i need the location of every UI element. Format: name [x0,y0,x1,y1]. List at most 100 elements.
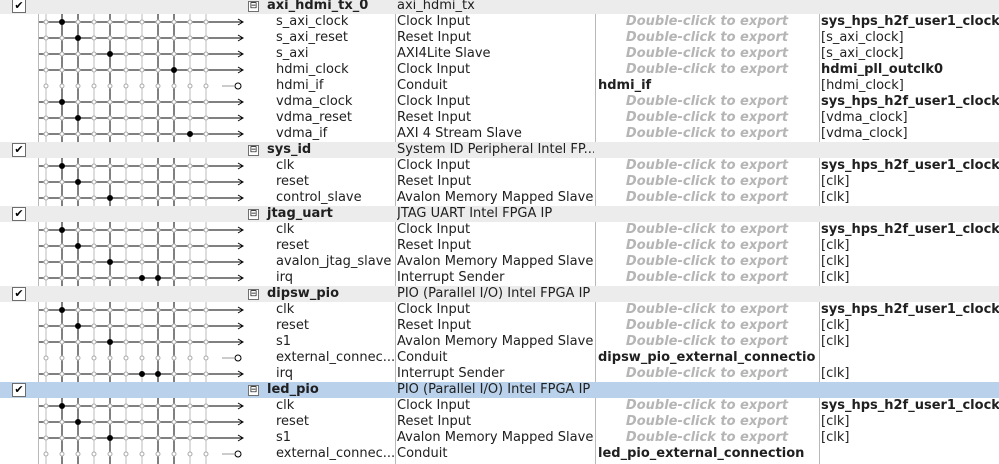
interface-row[interactable]: reset Reset Input Double-click to export [c… [0,414,999,430]
clock-cell[interactable]: [clk] [821,238,999,254]
clock-cell[interactable] [821,0,999,14]
export-placeholder[interactable]: Double-click to export [598,158,816,174]
interface-row[interactable]: avalon_jtag_slave Avalon Memory Mapped Sl… [0,254,999,270]
clock-cell[interactable]: sys_hps_h2f_user1_clock [821,222,999,238]
export-placeholder[interactable]: Double-click to export [598,430,816,446]
export-placeholder[interactable]: Double-click to export [598,190,816,206]
export-placeholder[interactable]: Double-click to export [598,254,816,270]
export-cell[interactable]: hdmi_if [598,78,816,94]
clock-cell[interactable] [821,350,999,366]
export-placeholder[interactable]: Double-click to export [598,270,816,286]
interface-row[interactable]: s_axi_clock Clock Input Double-click to ex… [0,14,999,30]
export-placeholder[interactable]: Double-click to export [598,46,816,62]
interface-row[interactable]: clk Clock Input Double-click to export sys_… [0,222,999,238]
interface-row[interactable]: control_slave Avalon Memory Mapped Slave D… [0,190,999,206]
collapse-icon[interactable]: ⊟ [248,289,259,300]
use-checkbox[interactable]: ✔ [12,383,26,397]
clock-cell[interactable]: [hdmi_clock] [821,78,999,94]
interface-row[interactable]: reset Reset Input Double-click to export [c… [0,318,999,334]
export-cell[interactable] [598,206,816,222]
use-cell [0,94,38,110]
clock-cell[interactable]: [clk] [821,270,999,286]
clock-cell[interactable]: [clk] [821,414,999,430]
clock-cell[interactable]: sys_hps_h2f_user1_clock [821,158,999,174]
collapse-icon[interactable]: ⊟ [248,1,259,12]
interface-row[interactable]: s_axi_reset Reset Input Double-click to ex… [0,30,999,46]
clock-cell[interactable]: [vdma_clock] [821,126,999,142]
interface-name: s_axi_reset [276,30,348,45]
interface-row[interactable]: vdma_clock Clock Input Double-click to exp… [0,94,999,110]
clock-cell[interactable] [821,382,999,398]
interface-row[interactable]: vdma_reset Reset Input Double-click to exp… [0,110,999,126]
clock-cell[interactable]: sys_hps_h2f_user1_clock [821,302,999,318]
clock-cell[interactable]: hdmi_pll_outclk0 [821,62,999,78]
export-cell[interactable] [598,286,816,302]
export-placeholder[interactable]: Double-click to export [598,126,816,142]
clock-cell[interactable]: [vdma_clock] [821,110,999,126]
export-cell[interactable] [598,382,816,398]
clock-cell[interactable]: [s_axi_clock] [821,30,999,46]
clock-cell[interactable]: [s_axi_clock] [821,46,999,62]
export-placeholder[interactable]: Double-click to export [598,62,816,78]
collapse-icon[interactable]: ⊟ [248,209,259,220]
module-row[interactable]: ✔ ⊟ dipsw_pio PIO (Parallel I/O) Intel FPGA… [0,286,999,302]
interface-row[interactable]: hdmi_if Conduit hdmi_if [hdmi_clock] [0,78,999,94]
interface-row[interactable]: clk Clock Input Double-click to export sys_… [0,302,999,318]
interface-row[interactable]: reset Reset Input Double-click to export [c… [0,174,999,190]
module-row[interactable]: ✔ ⊟ axi_hdmi_tx_0 axi_hdmi_tx [0,0,999,14]
use-checkbox[interactable]: ✔ [12,207,26,221]
export-placeholder[interactable]: Double-click to export [598,222,816,238]
clock-cell[interactable]: [clk] [821,254,999,270]
export-placeholder[interactable]: Double-click to export [598,398,816,414]
clock-cell[interactable] [821,142,999,158]
clock-cell[interactable]: [clk] [821,366,999,382]
clock-cell[interactable] [821,286,999,302]
interface-row[interactable]: irq Interrupt Sender Double-click to expor… [0,366,999,382]
interface-row[interactable]: clk Clock Input Double-click to export sys_… [0,398,999,414]
collapse-icon[interactable]: ⊟ [248,145,259,156]
interface-row[interactable]: s1 Avalon Memory Mapped Slave Double-click… [0,430,999,446]
use-checkbox[interactable]: ✔ [12,0,26,13]
clock-cell[interactable]: sys_hps_h2f_user1_clock [821,94,999,110]
interface-row[interactable]: clk Clock Input Double-click to export sys_… [0,158,999,174]
clock-cell[interactable] [821,206,999,222]
export-placeholder[interactable]: Double-click to export [598,334,816,350]
clock-cell[interactable]: [clk] [821,174,999,190]
export-placeholder[interactable]: Double-click to export [598,110,816,126]
interface-row[interactable]: external_connec... Conduit led_pio_externa… [0,446,999,462]
interface-row[interactable]: external_connec... Conduit dipsw_pio_exter… [0,350,999,366]
export-placeholder[interactable]: Double-click to export [598,318,816,334]
export-placeholder[interactable]: Double-click to export [598,414,816,430]
module-row[interactable]: ✔ ⊟ jtag_uart JTAG UART Intel FPGA IP [0,206,999,222]
interface-row[interactable]: s_axi AXI4Lite Slave Double-click to expor… [0,46,999,62]
interface-row[interactable]: irq Interrupt Sender Double-click to expor… [0,270,999,286]
name-cell: hdmi_if [248,78,394,94]
export-placeholder[interactable]: Double-click to export [598,30,816,46]
export-placeholder[interactable]: Double-click to export [598,366,816,382]
module-row[interactable]: ✔ ⊟ sys_id System ID Peripheral Intel FP... [0,142,999,158]
clock-cell[interactable]: sys_hps_h2f_user1_clock [821,398,999,414]
clock-cell[interactable]: [clk] [821,318,999,334]
export-cell[interactable] [598,0,816,14]
export-placeholder[interactable]: Double-click to export [598,238,816,254]
interface-row[interactable]: vdma_if AXI 4 Stream Slave Double-click to… [0,126,999,142]
export-placeholder[interactable]: Double-click to export [598,14,816,30]
export-placeholder[interactable]: Double-click to export [598,302,816,318]
export-cell[interactable]: led_pio_external_connection [598,446,816,462]
export-placeholder[interactable]: Double-click to export [598,174,816,190]
export-placeholder[interactable]: Double-click to export [598,94,816,110]
clock-cell[interactable]: [clk] [821,334,999,350]
clock-cell[interactable]: [clk] [821,430,999,446]
use-checkbox[interactable]: ✔ [12,287,26,301]
export-cell[interactable]: dipsw_pio_external_connection [598,350,816,366]
clock-cell[interactable]: [clk] [821,190,999,206]
interface-row[interactable]: hdmi_clock Clock Input Double-click to exp… [0,62,999,78]
export-cell[interactable] [598,142,816,158]
module-row[interactable]: ✔ ⊟ led_pio PIO (Parallel I/O) Intel FPGA I… [0,382,999,398]
interface-row[interactable]: s1 Avalon Memory Mapped Slave Double-click… [0,334,999,350]
use-checkbox[interactable]: ✔ [12,143,26,157]
interface-row[interactable]: reset Reset Input Double-click to export [c… [0,238,999,254]
collapse-icon[interactable]: ⊟ [248,385,259,396]
clock-cell[interactable] [821,446,999,462]
clock-cell[interactable]: sys_hps_h2f_user1_clock [821,14,999,30]
